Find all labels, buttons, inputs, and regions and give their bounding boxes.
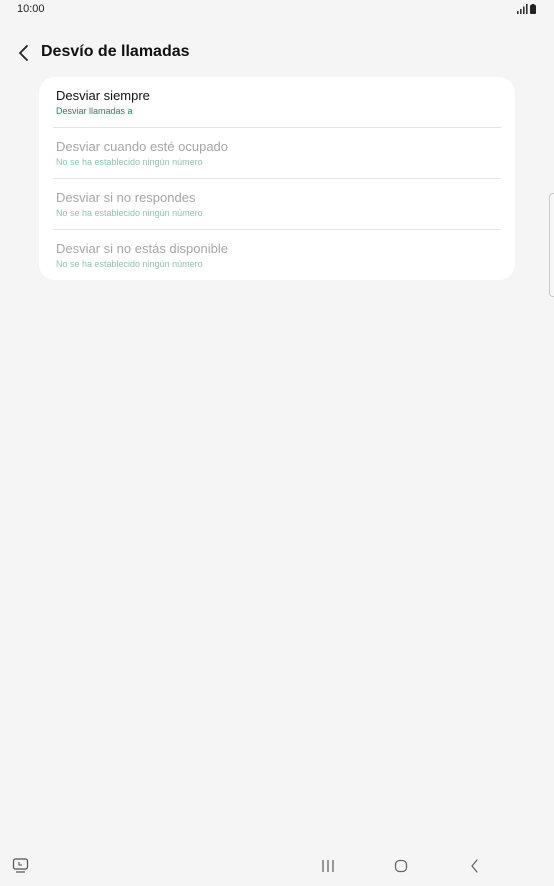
home-icon[interactable]: [393, 857, 409, 875]
option-summary: No se ha establecido ningún número: [56, 259, 203, 269]
status-icons: [517, 4, 536, 14]
back-icon[interactable]: [467, 857, 483, 875]
call-forwarding-card: Desviar siempre Desviar llamadas a Desvi…: [39, 77, 515, 280]
battery-icon: [530, 4, 536, 14]
forward-when-unanswered-option[interactable]: Desviar si no respondes No se ha estable…: [39, 179, 515, 230]
keyboard-switch-icon[interactable]: [12, 858, 30, 874]
option-label: Desviar cuando esté ocupado: [56, 139, 229, 154]
status-bar: 10:00: [0, 0, 554, 22]
forward-when-busy-option[interactable]: Desviar cuando esté ocupado No se ha est…: [39, 128, 515, 179]
navigation-bar: [0, 850, 554, 886]
app-header: Desvío de llamadas: [0, 38, 554, 68]
option-label: Desviar siempre: [56, 88, 150, 103]
signal-icon: [517, 4, 528, 14]
option-label: Desviar si no estás disponible: [56, 241, 228, 256]
forward-when-unreachable-option[interactable]: Desviar si no estás disponible No se ha …: [39, 230, 515, 281]
edge-panel-handle[interactable]: [549, 193, 554, 297]
back-arrow-icon[interactable]: [14, 42, 34, 64]
option-summary: Desviar llamadas a: [56, 106, 133, 116]
option-label: Desviar si no respondes: [56, 190, 196, 205]
option-summary: No se ha establecido ningún número: [56, 208, 203, 218]
status-time: 10:00: [17, 3, 45, 15]
page-title: Desvío de llamadas: [41, 43, 190, 60]
option-summary: No se ha establecido ningún número: [56, 157, 203, 167]
forward-always-option[interactable]: Desviar siempre Desviar llamadas a: [39, 77, 515, 128]
recent-apps-icon[interactable]: [320, 857, 336, 875]
